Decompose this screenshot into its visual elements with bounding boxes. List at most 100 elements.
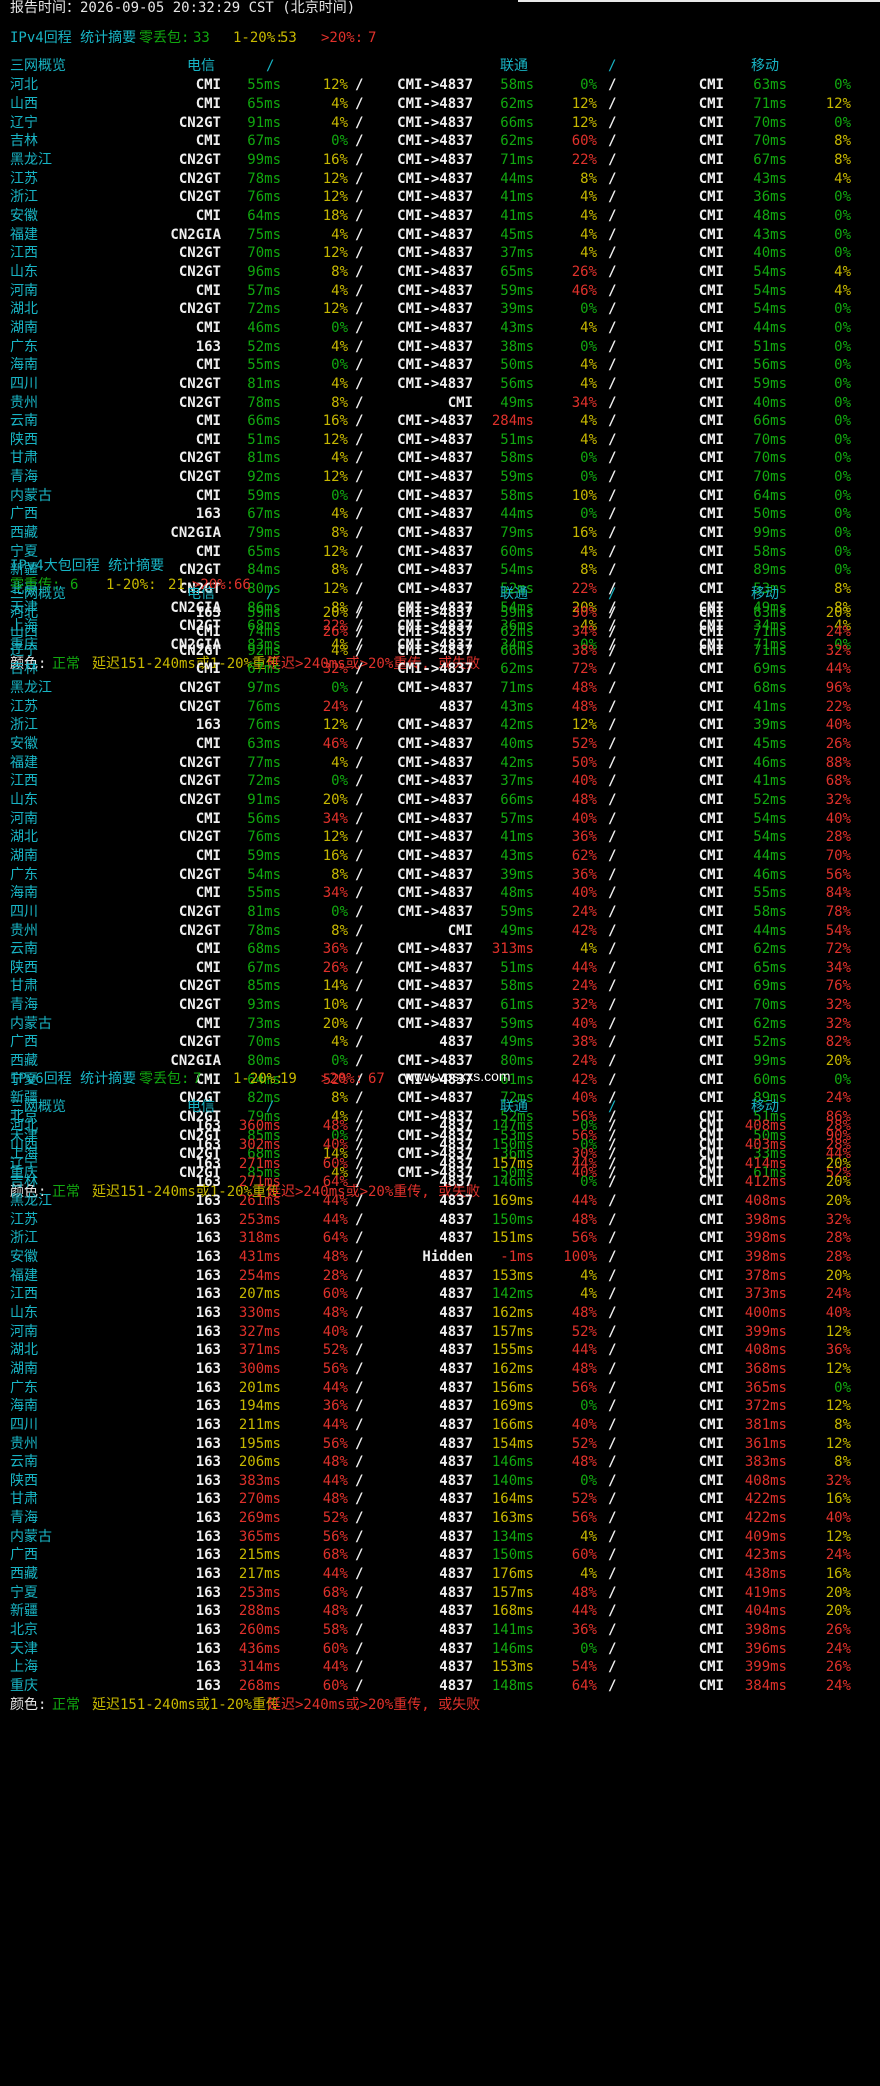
telecom-route: CMI [195, 96, 221, 112]
unicom-route: CMI->4837 [397, 661, 473, 677]
telecom-loss: 10% [322, 997, 348, 1013]
unicom-route: CMI->4837 [397, 997, 473, 1013]
unicom-route: CMI->4837 [397, 264, 473, 280]
telecom-latency: 72ms [247, 301, 281, 317]
telecom-loss: 4% [331, 1034, 348, 1050]
column-separator: / [608, 1156, 617, 1172]
telecom-route: CN2GT [178, 171, 221, 187]
telecom-latency: 73ms [247, 1016, 281, 1032]
telecom-route: CN2GT [178, 152, 221, 168]
mobile-latency: 361ms [744, 1436, 787, 1452]
telecom-route: 163 [195, 1212, 221, 1228]
telecom-route: 163 [195, 1380, 221, 1396]
table-row: 黑龙江 CN2GT 97ms 0% / CMI->4837 71ms 48% / CMI 68ms 9… [0, 679, 880, 698]
unicom-loss: 4% [580, 227, 597, 243]
telecom-latency: 215ms [238, 1547, 281, 1563]
unicom-latency: 150ms [491, 1547, 534, 1563]
table-row: 广西 CN2GT 70ms 4%/4837 49ms 38% / CMI 52ms 82% [0, 1033, 880, 1052]
telecom-loss: 12% [322, 171, 348, 187]
mobile-latency: 373ms [744, 1286, 787, 1302]
table-row: 湖北 CN2GT 76ms 12% / CMI->4837 41ms 36% / CMI 54ms 2… [0, 828, 880, 847]
unicom-loss: 44% [571, 1193, 597, 1209]
row-region: 广西 [10, 506, 38, 522]
mobile-route: CMI [698, 133, 724, 149]
table-row: 甘肃 CN2GT 81ms 4% / CMI->4837 58ms 0% / CMI 70ms 0% [0, 449, 880, 468]
mobile-latency: 62ms [753, 941, 787, 957]
mobile-loss: 8% [834, 1454, 851, 1470]
unicom-route: CMI->4837 [397, 525, 473, 541]
telecom-loss: 56% [322, 1529, 348, 1545]
mobile-latency: 44ms [753, 320, 787, 336]
unicom-latency: 42ms [500, 717, 534, 733]
mobile-loss: 0% [834, 227, 851, 243]
mobile-route: CMI [698, 506, 724, 522]
unicom-latency: 61ms [500, 997, 534, 1013]
telecom-latency: 56ms [247, 811, 281, 827]
telecom-route: CMI [195, 413, 221, 429]
mobile-latency: 44ms [753, 848, 787, 864]
table-row: 青海 CN2GT 92ms 12% / CMI->4837 59ms 0% / CMI 70ms 0% [0, 468, 880, 487]
mobile-route: CMI [698, 1473, 724, 1489]
unicom-loss: 44% [571, 960, 597, 976]
unicom-latency: 162ms [491, 1361, 534, 1377]
table-row: 西藏 CN2GIA 79ms 8% / CMI->4837 79ms 16% / CMI 99ms 0… [0, 524, 880, 543]
unicom-loss: 34% [571, 395, 597, 411]
mobile-route: CMI [698, 1118, 724, 1134]
unicom-loss: 4% [580, 413, 597, 429]
unicom-route: 4837 [439, 1034, 473, 1050]
unicom-latency: 49ms [500, 395, 534, 411]
unicom-latency: 147ms [491, 1118, 534, 1134]
unicom-loss: 40% [571, 885, 597, 901]
color-legend: 颜色: 正常 延迟151-240ms或1-20%重传 延迟>240ms或>20%重传,… [0, 1696, 880, 1715]
column-separator: / [608, 1230, 617, 1246]
row-region: 浙江 [10, 1230, 38, 1246]
mobile-loss: 0% [834, 376, 851, 392]
telecom-latency: 253ms [238, 1212, 281, 1228]
mobile-loss: 0% [834, 488, 851, 504]
unicom-latency: 157ms [491, 1585, 534, 1601]
mobile-route: CMI [698, 301, 724, 317]
mobile-loss: 40% [825, 1510, 851, 1526]
telecom-route: 163 [195, 1659, 221, 1675]
unicom-route: 4837 [439, 1547, 473, 1563]
telecom-route: 163 [195, 506, 221, 522]
mobile-loss: 0% [834, 506, 851, 522]
telecom-latency: 99ms [247, 152, 281, 168]
unicom-loss: 38% [571, 1034, 597, 1050]
unicom-loss: 4% [580, 1529, 597, 1545]
legend-label: 颜色: [10, 1697, 47, 1713]
mobile-loss: 24% [825, 1286, 851, 1302]
row-region: 甘肃 [10, 450, 38, 466]
table-row: 安徽 CMI 64ms 18% / CMI->4837 41ms 4% / CMI 48ms 0% [0, 207, 880, 226]
mobile-loss: 54% [825, 923, 851, 939]
telecom-loss: 18% [322, 208, 348, 224]
telecom-loss: 8% [331, 264, 348, 280]
mobile-loss: 32% [825, 643, 851, 659]
telecom-route: CMI [195, 661, 221, 677]
mobile-loss: 96% [825, 680, 851, 696]
mobile-latency: 383ms [744, 1454, 787, 1470]
column-separator: / [608, 643, 617, 659]
column-separator: / [608, 1268, 617, 1284]
report-time: 报告时间：2026-09-05 20:32:29 CST (北京时间) [10, 0, 356, 16]
unicom-route: 4837 [439, 1529, 473, 1545]
telecom-latency: 74ms [247, 624, 281, 640]
unicom-route: 4837 [439, 1585, 473, 1601]
telecom-loss: 4% [331, 506, 348, 522]
unicom-latency: 163ms [491, 1510, 534, 1526]
row-region: 河南 [10, 1324, 38, 1340]
column-separator: / [608, 605, 617, 621]
telecom-loss: 8% [331, 867, 348, 883]
mobile-route: CMI [698, 885, 724, 901]
unicom-latency: 39ms [500, 867, 534, 883]
mobile-loss: 20% [825, 605, 851, 621]
mobile-route: CMI [698, 680, 724, 696]
column-separator: / [608, 245, 617, 261]
section-title: IPv4回程 统计摘要 [10, 30, 137, 46]
mobile-latency: 423ms [744, 1547, 787, 1563]
row-region: 黑龙江 [10, 1193, 52, 1209]
unicom-loss: 4% [580, 941, 597, 957]
mobile-loss: 84% [825, 885, 851, 901]
unicom-route: CMI->4837 [397, 357, 473, 373]
telecom-latency: 302ms [238, 1137, 281, 1153]
